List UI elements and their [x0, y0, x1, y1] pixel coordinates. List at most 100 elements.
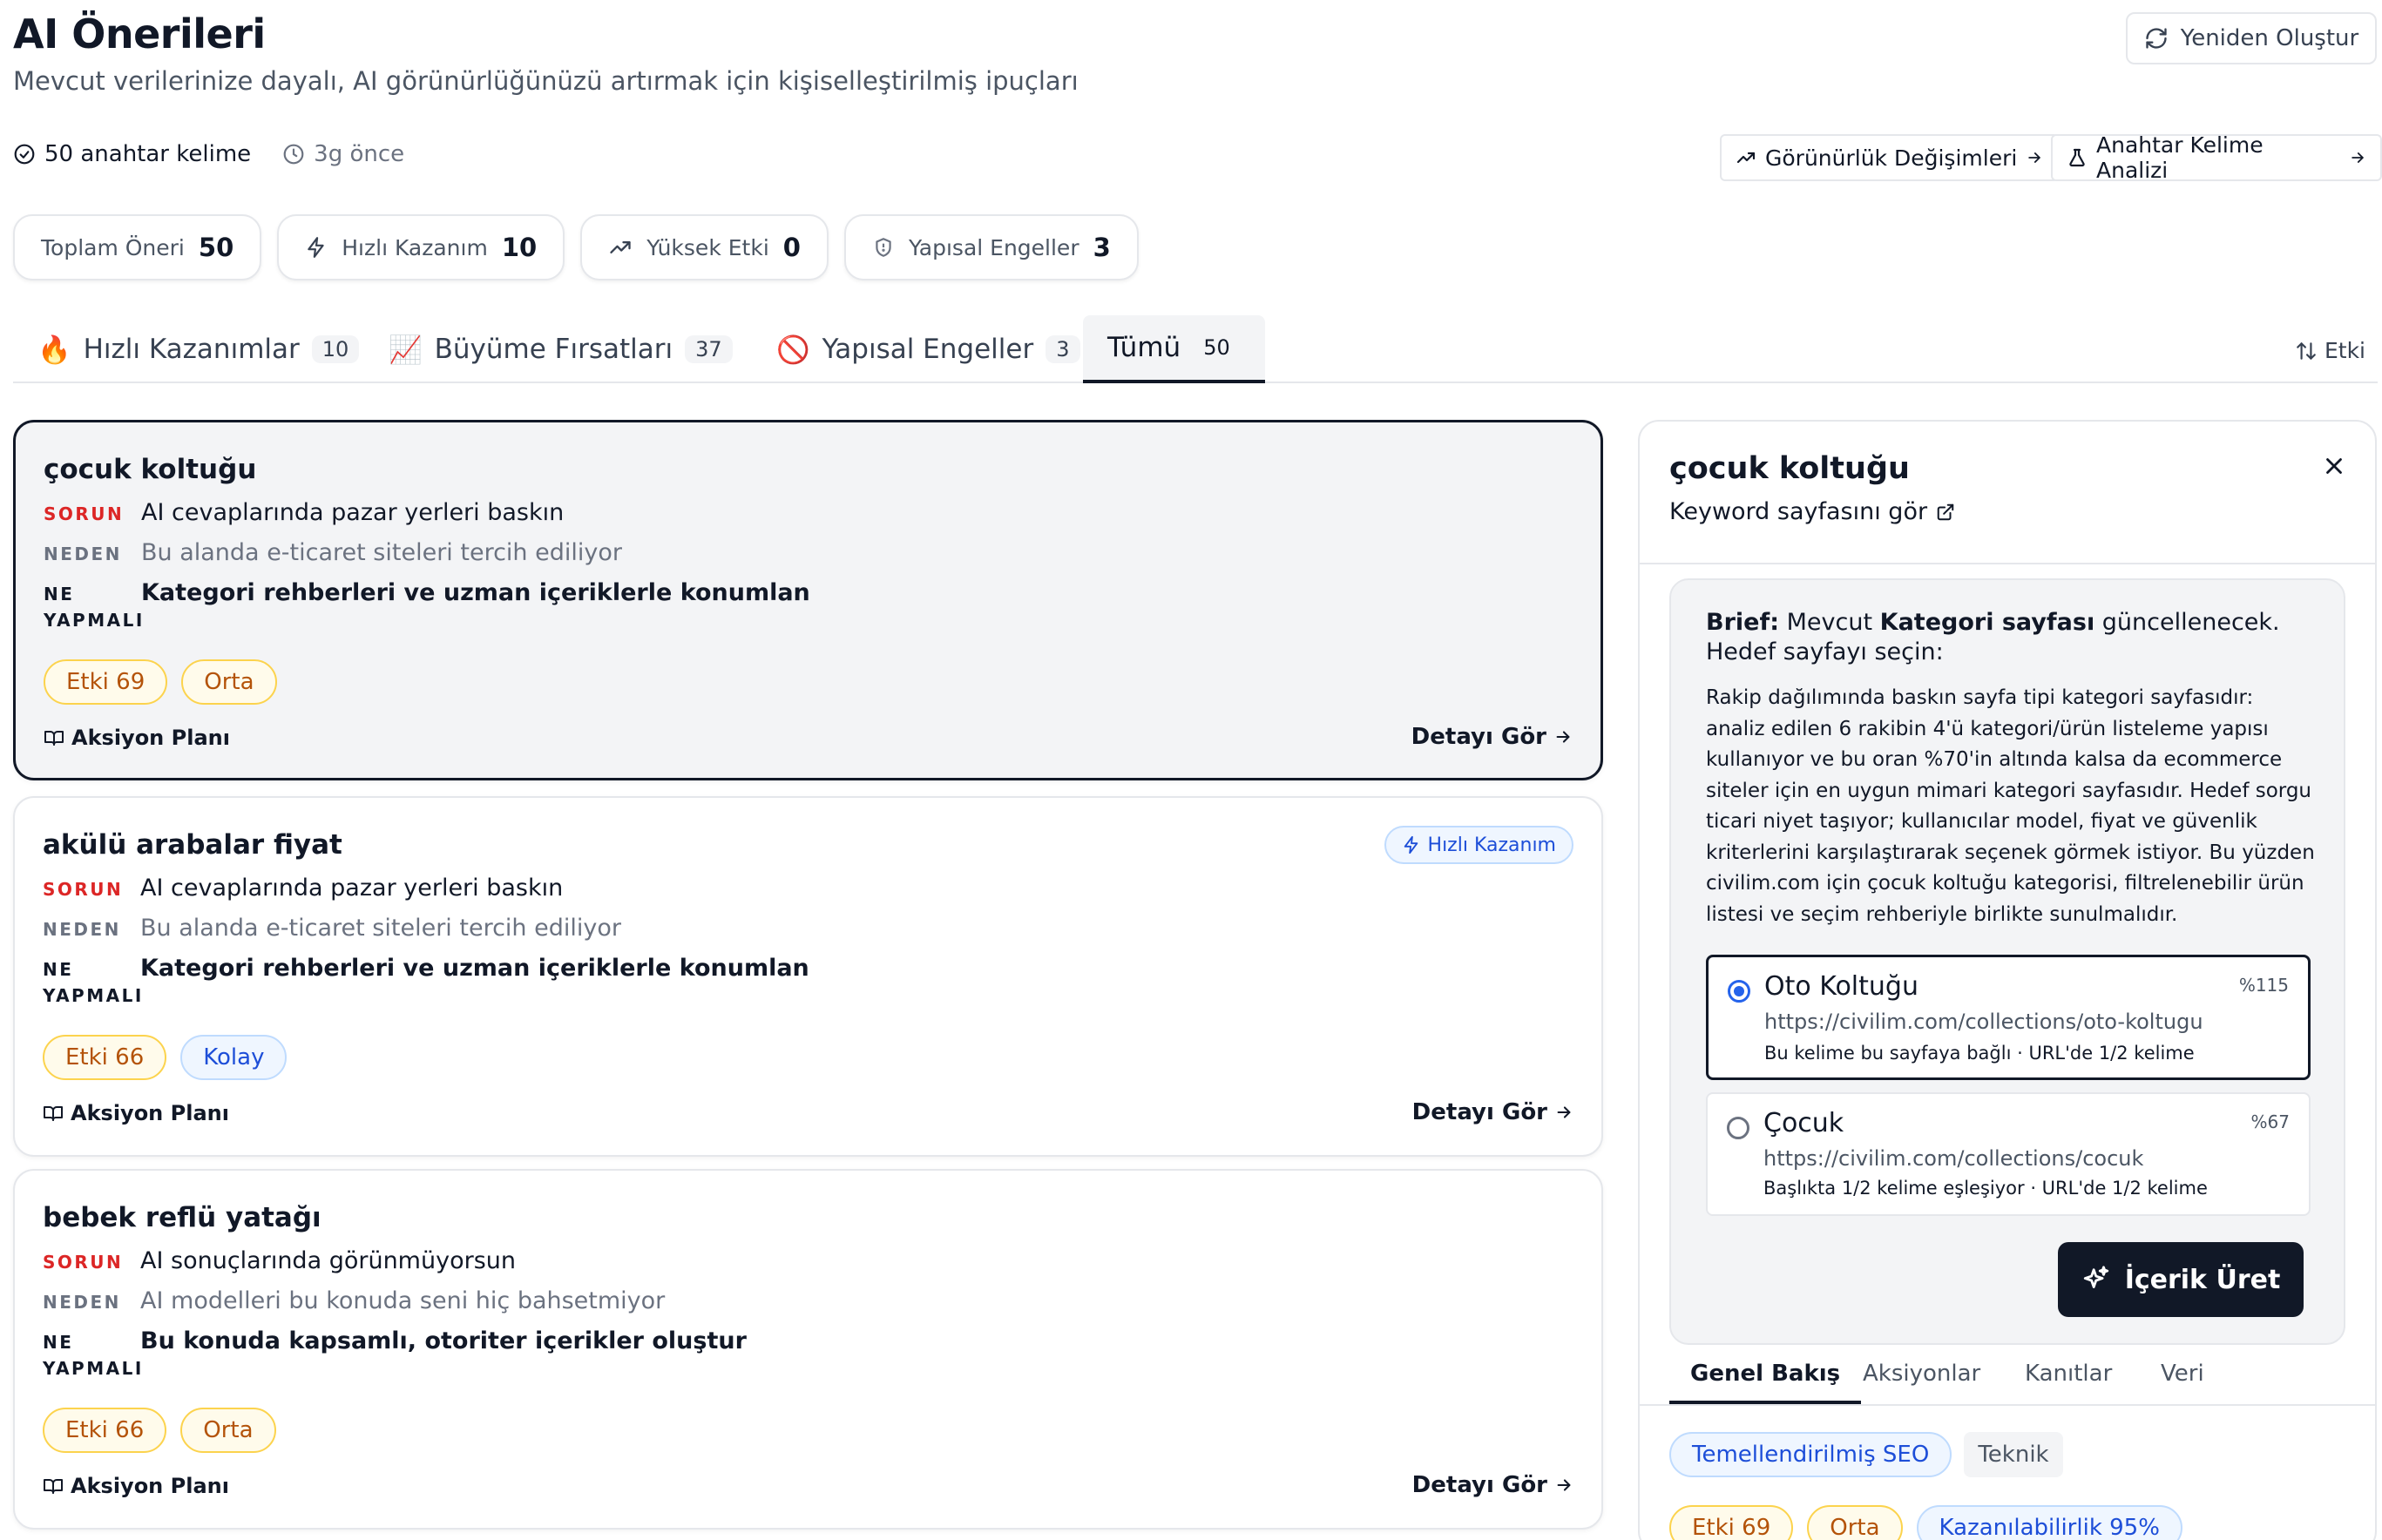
problem-row: SORUN AI sonuçlarında görünmüyorsun	[43, 1247, 516, 1274]
todo-row: NE YAPMALI Kategori rehberleri ve uzman i…	[44, 579, 810, 631]
reason-row: NEDEN Bu alanda e-ticaret siteleri terci…	[43, 915, 621, 942]
book-open-icon	[43, 1476, 64, 1496]
brief-body: Rakip dağılımında baskın sayfa tipi kate…	[1706, 686, 2315, 926]
action-plan-link[interactable]: Aksiyon Planı	[44, 726, 230, 750]
page-title: AI Önerileri	[13, 10, 266, 57]
visibility-changes-button[interactable]: Görünürlük Değişimleri	[1720, 134, 2060, 181]
detail-panel: çocuk koltuğu Keyword sayfasını gör Brie…	[1638, 420, 2377, 1540]
view-detail-link[interactable]: Detayı Gör	[1411, 724, 1573, 750]
difficulty-badge: Kolay	[180, 1035, 288, 1080]
card-pills: Etki 69 Orta	[44, 659, 277, 705]
radio-selected[interactable]	[1728, 980, 1750, 1003]
refresh-icon	[2144, 26, 2169, 51]
radio-unselected[interactable]	[1727, 1117, 1749, 1139]
quick-win-badge: Hızlı Kazanım	[1384, 826, 1573, 864]
impact-badge: Etki 69	[1669, 1505, 1794, 1540]
tab-data[interactable]: Veri	[2140, 1355, 2225, 1404]
panel-pills: Etki 69 Orta Kazanılabilirlik 95%	[1669, 1505, 2182, 1540]
panel-title: çocuk koltuğu	[1669, 451, 1910, 486]
arrow-right-icon	[2026, 149, 2043, 166]
problem-row: SORUN AI cevaplarında pazar yerleri bask…	[43, 875, 564, 902]
generate-content-button[interactable]: İçerik Üret	[2058, 1242, 2304, 1317]
clock-icon	[282, 143, 305, 165]
stat-structural-blockers: Yapısal Engeller 3	[843, 214, 1139, 280]
arrow-right-icon	[2349, 149, 2366, 166]
panel-tabs: Genel Bakış Aksiyonlar Kanıtlar Veri	[1669, 1355, 2349, 1404]
tab-evidence[interactable]: Kanıtlar	[2004, 1355, 2133, 1404]
flask-icon	[2067, 147, 2088, 168]
sort-button[interactable]: Etki	[2295, 338, 2365, 363]
arrow-right-icon	[1554, 1103, 1573, 1122]
tab-actions[interactable]: Aksiyonlar	[1842, 1355, 2001, 1404]
todo-row: NE YAPMALI Bu konuda kapsamlı, otoriter i…	[43, 1327, 747, 1379]
keyword-analysis-button[interactable]: Anahtar Kelime Analizi	[2051, 132, 2382, 183]
difficulty-badge: Orta	[181, 659, 277, 705]
arrow-right-icon	[1554, 1476, 1573, 1495]
tab-quick-wins[interactable]: 🔥 Hızlı Kazanımlar 10	[13, 315, 383, 383]
action-plan-link[interactable]: Aksiyon Planı	[43, 1101, 229, 1125]
fire-icon: 🔥	[37, 334, 71, 366]
sort-arrows-icon	[2295, 340, 2318, 362]
card-title: bebek reflü yatağı	[43, 1202, 321, 1233]
regenerate-button[interactable]: Yeniden Oluştur	[2126, 12, 2377, 64]
card-pills: Etki 66 Orta	[43, 1408, 276, 1453]
arrow-right-icon	[1553, 727, 1573, 746]
page-option-oto-koltugu[interactable]: Oto Koltuğu https://civilim.com/collecti…	[1706, 955, 2311, 1080]
meta-row: 50 anahtar kelime 3g önce	[13, 141, 404, 167]
check-circle-icon	[13, 143, 36, 165]
card-title: çocuk koltuğu	[44, 454, 257, 485]
close-icon	[2321, 453, 2347, 479]
page-option-cocuk[interactable]: Çocuk https://civilim.com/collections/co…	[1706, 1092, 2311, 1216]
view-detail-link[interactable]: Detayı Gör	[1412, 1099, 1573, 1125]
reason-row: NEDEN Bu alanda e-ticaret siteleri terci…	[44, 539, 622, 566]
card-title: akülü arabalar fiyat	[43, 829, 342, 861]
keyword-count: 50 anahtar kelime	[13, 141, 251, 167]
divider	[1640, 563, 2375, 564]
recommendation-card[interactable]: akülü arabalar fiyat Hızlı Kazanım SORUN…	[13, 796, 1603, 1157]
tag-grounded-seo: Temellendirilmiş SEO	[1669, 1432, 1952, 1477]
prohibited-icon: 🚫	[776, 334, 810, 366]
reason-row: NEDEN AI modelleri bu konuda seni hiç ba…	[43, 1287, 666, 1314]
view-detail-link[interactable]: Detayı Gör	[1412, 1472, 1573, 1498]
tab-all[interactable]: Tümü 50	[1083, 315, 1265, 383]
stat-quick-wins: Hızlı Kazanım 10	[277, 214, 565, 280]
lightning-icon	[1402, 835, 1421, 854]
impact-badge: Etki 66	[43, 1408, 167, 1453]
tab-overview[interactable]: Genel Bakış	[1669, 1355, 1862, 1404]
regenerate-label: Yeniden Oluştur	[2180, 25, 2359, 51]
book-open-icon	[43, 1103, 64, 1124]
recommendation-card[interactable]: bebek reflü yatağı SORUN AI sonuçlarında…	[13, 1169, 1603, 1530]
brief-heading: Brief: Mevcut Kategori sayfası güncellen…	[1706, 609, 2280, 665]
category-tabs: 🔥 Hızlı Kazanımlar 10 📈 Büyüme Fırsatlar…	[13, 315, 2378, 383]
trending-up-icon	[1736, 147, 1756, 168]
difficulty-badge: Orta	[1807, 1505, 1903, 1540]
close-button[interactable]	[2321, 453, 2347, 479]
difficulty-badge: Orta	[180, 1408, 276, 1453]
external-link-icon	[1936, 503, 1955, 522]
action-plan-link[interactable]: Aksiyon Planı	[43, 1474, 229, 1498]
keyword-page-link[interactable]: Keyword sayfasını gör	[1669, 498, 1955, 525]
problem-row: SORUN AI cevaplarında pazar yerleri bask…	[44, 499, 565, 526]
stat-total: Toplam Öneri 50	[13, 214, 262, 280]
trending-up-icon	[608, 235, 633, 260]
divider	[1640, 1404, 2375, 1406]
impact-badge: Etki 69	[44, 659, 168, 705]
shield-icon	[872, 236, 895, 259]
book-open-icon	[44, 727, 64, 748]
impact-badge: Etki 66	[43, 1035, 167, 1080]
brief-box: Brief: Mevcut Kategori sayfası güncellen…	[1669, 578, 2345, 1345]
card-pills: Etki 66 Kolay	[43, 1035, 288, 1080]
chart-icon: 📈	[389, 334, 423, 366]
page-subtitle: Mevcut verilerinize dayalı, AI görünürlü…	[13, 66, 1079, 96]
recommendation-card[interactable]: çocuk koltuğu SORUN AI cevaplarında paza…	[13, 420, 1603, 780]
winnability-badge: Kazanılabilirlik 95%	[1916, 1505, 2182, 1540]
stats-row: Toplam Öneri 50 Hızlı Kazanım 10 Yüksek …	[13, 214, 1139, 280]
tab-structural-blockers[interactable]: 🚫 Yapısal Engeller 3	[752, 315, 1105, 383]
panel-tags: Temellendirilmiş SEO Teknik	[1669, 1432, 2063, 1477]
tab-growth[interactable]: 📈 Büyüme Fırsatları 37	[364, 315, 757, 383]
todo-row: NE YAPMALI Kategori rehberleri ve uzman i…	[43, 955, 809, 1006]
stat-high-impact: Yüksek Etki 0	[580, 214, 829, 280]
lightning-icon	[305, 236, 328, 259]
last-updated: 3g önce	[282, 141, 404, 167]
sparkles-icon	[2081, 1265, 2111, 1294]
